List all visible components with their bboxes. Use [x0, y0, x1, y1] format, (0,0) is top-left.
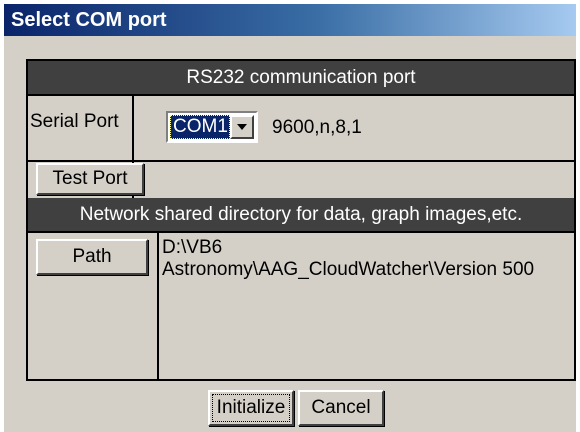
- serial-port-value: COM1: [170, 115, 230, 139]
- path-button[interactable]: Path: [36, 239, 148, 275]
- divider: [28, 231, 574, 233]
- network-section-title: Network shared directory for data, graph…: [79, 204, 523, 225]
- path-value: D:\VB6 Astronomy\AAG_CloudWatcher\Versio…: [162, 237, 535, 280]
- serial-port-label: Serial Port: [30, 111, 119, 132]
- divider: [28, 94, 574, 96]
- network-section-header: Network shared directory for data, graph…: [28, 198, 574, 231]
- chevron-down-icon: [237, 124, 247, 130]
- serial-port-select[interactable]: COM1: [166, 111, 258, 143]
- initialize-button[interactable]: Initialize: [208, 390, 294, 426]
- test-port-button[interactable]: Test Port: [36, 163, 144, 195]
- title-bar[interactable]: Select COM port: [4, 4, 576, 36]
- serial-section-title: RS232 communication port: [186, 67, 416, 88]
- port-settings-text: 9600,n,8,1: [272, 117, 362, 138]
- settings-frame: RS232 communication port Serial Port COM…: [26, 59, 576, 381]
- dropdown-button[interactable]: [230, 115, 254, 139]
- window-title: Select COM port: [11, 9, 167, 31]
- divider: [28, 160, 574, 162]
- cancel-button[interactable]: Cancel: [298, 390, 384, 426]
- serial-section-header: RS232 communication port: [28, 61, 574, 94]
- select-com-port-dialog: Select COM port RS232 communication port…: [4, 4, 576, 432]
- divider: [157, 231, 159, 379]
